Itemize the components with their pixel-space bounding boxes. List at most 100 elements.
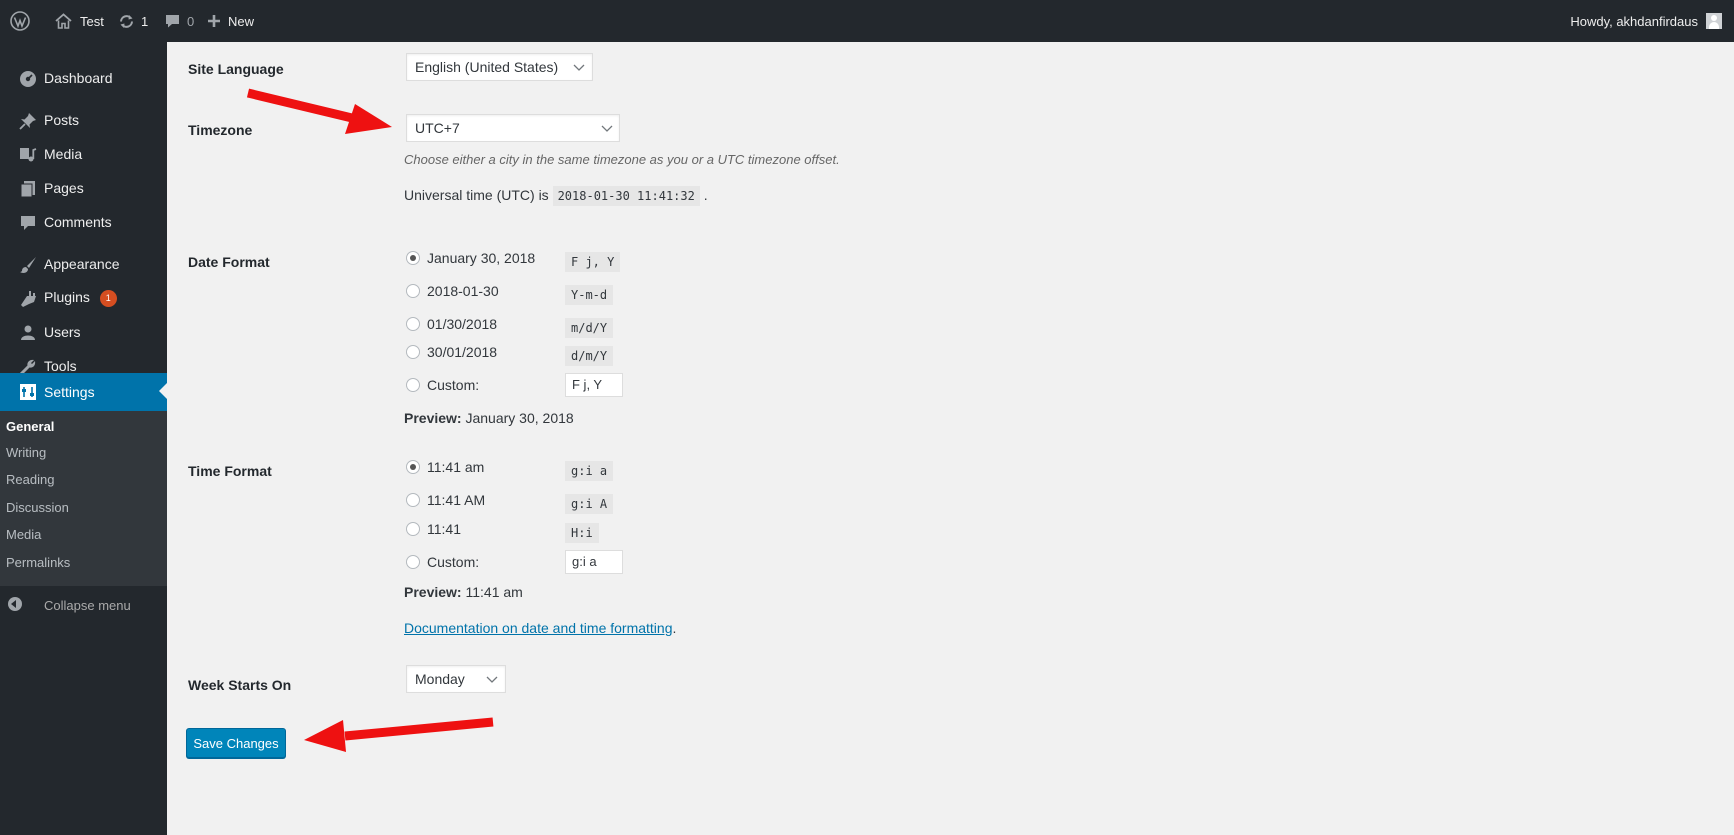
date-format-option-2[interactable]: 2018-01-30 <box>427 283 499 299</box>
avatar <box>1706 13 1722 29</box>
site-name: Test <box>80 13 104 29</box>
time-preview-label: Preview: <box>404 584 462 600</box>
date-format-code-1: F j, Y <box>565 252 621 272</box>
new-content-menu[interactable]: New <box>207 0 254 42</box>
users-icon <box>21 325 35 340</box>
menu-item-settings[interactable]: Settings <box>0 373 167 411</box>
date-format-radio-1[interactable] <box>406 251 420 265</box>
menu-label-plugins-wrap: Plugins 1 <box>44 289 117 307</box>
time-format-option-1[interactable]: 11:41 am <box>427 459 484 475</box>
updates-count: 1 <box>141 13 149 29</box>
new-label: New <box>228 13 255 29</box>
submenu-item-permalinks[interactable]: Permalinks <box>6 550 70 574</box>
updates-menu[interactable]: 1 <box>118 0 148 42</box>
time-format-code-3: H:i <box>565 523 599 543</box>
timezone-label: Timezone <box>188 122 253 138</box>
doc-link-line: Documentation on date and time formattin… <box>404 620 676 636</box>
menu-item-plugins[interactable]: Plugins 1 <box>0 281 167 315</box>
date-format-option-3[interactable]: 01/30/2018 <box>427 316 497 332</box>
time-format-radio-custom[interactable] <box>406 555 420 569</box>
howdy-text: Howdy, akhdanfirdaus <box>1570 13 1698 29</box>
brush-icon <box>20 257 36 273</box>
wp-logo-menu[interactable] <box>10 0 30 42</box>
wordpress-logo-icon <box>10 11 30 31</box>
menu-item-users[interactable]: Users <box>0 315 167 349</box>
timezone-description: Choose either a city in the same timezon… <box>404 152 840 167</box>
time-format-option-3[interactable]: 11:41 <box>427 521 461 537</box>
submenu-item-writing[interactable]: Writing <box>6 440 46 464</box>
menu-item-media[interactable]: Media <box>0 137 167 171</box>
comments-count: 0 <box>187 13 195 29</box>
date-format-custom-input[interactable]: F j, Y <box>565 373 623 397</box>
media-icon <box>20 148 37 162</box>
time-format-custom-input[interactable]: g:i a <box>565 550 623 574</box>
timezone-select[interactable]: UTC+7 <box>406 114 620 142</box>
utc-time-prefix: Universal time (UTC) is <box>404 187 549 203</box>
submenu-item-reading[interactable]: Reading <box>6 467 54 491</box>
dashboard-icon <box>20 71 36 87</box>
plugins-update-badge: 1 <box>99 289 117 307</box>
utc-time-suffix: . <box>703 187 708 203</box>
utc-time-value: 2018-01-30 11:41:32 <box>552 186 700 206</box>
admin-menu: Dashboard Posts Media Pages Comments App… <box>0 42 167 835</box>
comments-menu[interactable]: 0 <box>164 0 194 42</box>
date-format-label: Date Format <box>188 254 270 270</box>
home-icon <box>55 13 72 29</box>
time-preview-value: 11:41 am <box>465 584 523 600</box>
general-settings-form: Site Language English (United States) Ti… <box>167 42 1734 835</box>
date-format-radio-3[interactable] <box>406 317 420 331</box>
chevron-down-icon <box>573 64 585 71</box>
date-format-option-4[interactable]: 30/01/2018 <box>427 344 497 360</box>
submenu-item-discussion[interactable]: Discussion <box>6 495 69 519</box>
save-changes-button[interactable]: Save Changes <box>186 728 286 758</box>
date-format-radio-2[interactable] <box>406 284 420 298</box>
chevron-down-icon <box>486 676 498 683</box>
updates-icon <box>120 14 133 28</box>
date-format-radio-4[interactable] <box>406 345 420 359</box>
menu-label-tools: Tools <box>44 358 77 374</box>
date-format-option-1[interactable]: January 30, 2018 <box>427 250 535 266</box>
date-preview-value: January 30, 2018 <box>465 410 574 426</box>
settings-submenu: General Writing Reading Discussion Media… <box>0 411 167 586</box>
site-language-select[interactable]: English (United States) <box>406 53 593 81</box>
time-format-custom-label[interactable]: Custom: <box>427 554 479 570</box>
time-format-option-2[interactable]: 11:41 AM <box>427 492 485 508</box>
menu-label-users: Users <box>44 324 81 340</box>
menu-label-comments: Comments <box>44 214 112 230</box>
collapse-menu-label: Collapse menu <box>44 597 131 613</box>
date-format-preview: Preview: January 30, 2018 <box>404 410 574 426</box>
menu-label-dashboard: Dashboard <box>44 70 113 86</box>
menu-item-comments[interactable]: Comments <box>0 205 167 239</box>
site-name-menu[interactable]: Test <box>55 0 104 42</box>
collapse-menu-button[interactable]: Collapse menu <box>0 591 167 619</box>
doc-link-suffix: . <box>672 620 677 636</box>
timezone-value: UTC+7 <box>415 120 460 136</box>
date-format-code-4: d/m/Y <box>565 346 614 366</box>
submenu-item-media[interactable]: Media <box>6 522 41 546</box>
menu-label-posts: Posts <box>44 112 80 128</box>
time-format-radio-1[interactable] <box>406 460 420 474</box>
plus-icon <box>208 15 220 27</box>
date-format-code-3: m/d/Y <box>565 318 614 338</box>
menu-item-appearance[interactable]: Appearance <box>0 247 167 281</box>
admin-bar: Test 1 0 New Howdy, akhdanfirdaus <box>0 0 1734 42</box>
menu-item-pages[interactable]: Pages <box>0 171 167 205</box>
menu-item-posts[interactable]: Posts <box>0 103 167 137</box>
week-starts-on-select[interactable]: Monday <box>406 665 506 693</box>
time-format-preview: Preview: 11:41 am <box>404 584 523 600</box>
settings-icon <box>20 384 36 400</box>
menu-label-appearance: Appearance <box>44 256 120 272</box>
date-time-documentation-link[interactable]: Documentation on date and time formattin… <box>404 620 673 636</box>
time-format-radio-3[interactable] <box>406 522 420 536</box>
submenu-item-general[interactable]: General <box>6 414 54 438</box>
week-starts-on-value: Monday <box>415 671 465 687</box>
menu-item-dashboard[interactable]: Dashboard <box>0 61 167 95</box>
menu-label-pages: Pages <box>44 180 84 196</box>
utc-time-line: Universal time (UTC) is 2018-01-30 11:41… <box>404 186 708 206</box>
app-window: Test 1 0 New Howdy, akhdanfirdaus Dashbo… <box>0 0 1734 835</box>
date-format-radio-custom[interactable] <box>406 378 420 392</box>
comment-icon <box>21 216 35 230</box>
date-format-custom-label[interactable]: Custom: <box>427 377 479 393</box>
time-format-radio-2[interactable] <box>406 493 420 507</box>
my-account-menu[interactable]: Howdy, akhdanfirdaus <box>1570 0 1734 42</box>
